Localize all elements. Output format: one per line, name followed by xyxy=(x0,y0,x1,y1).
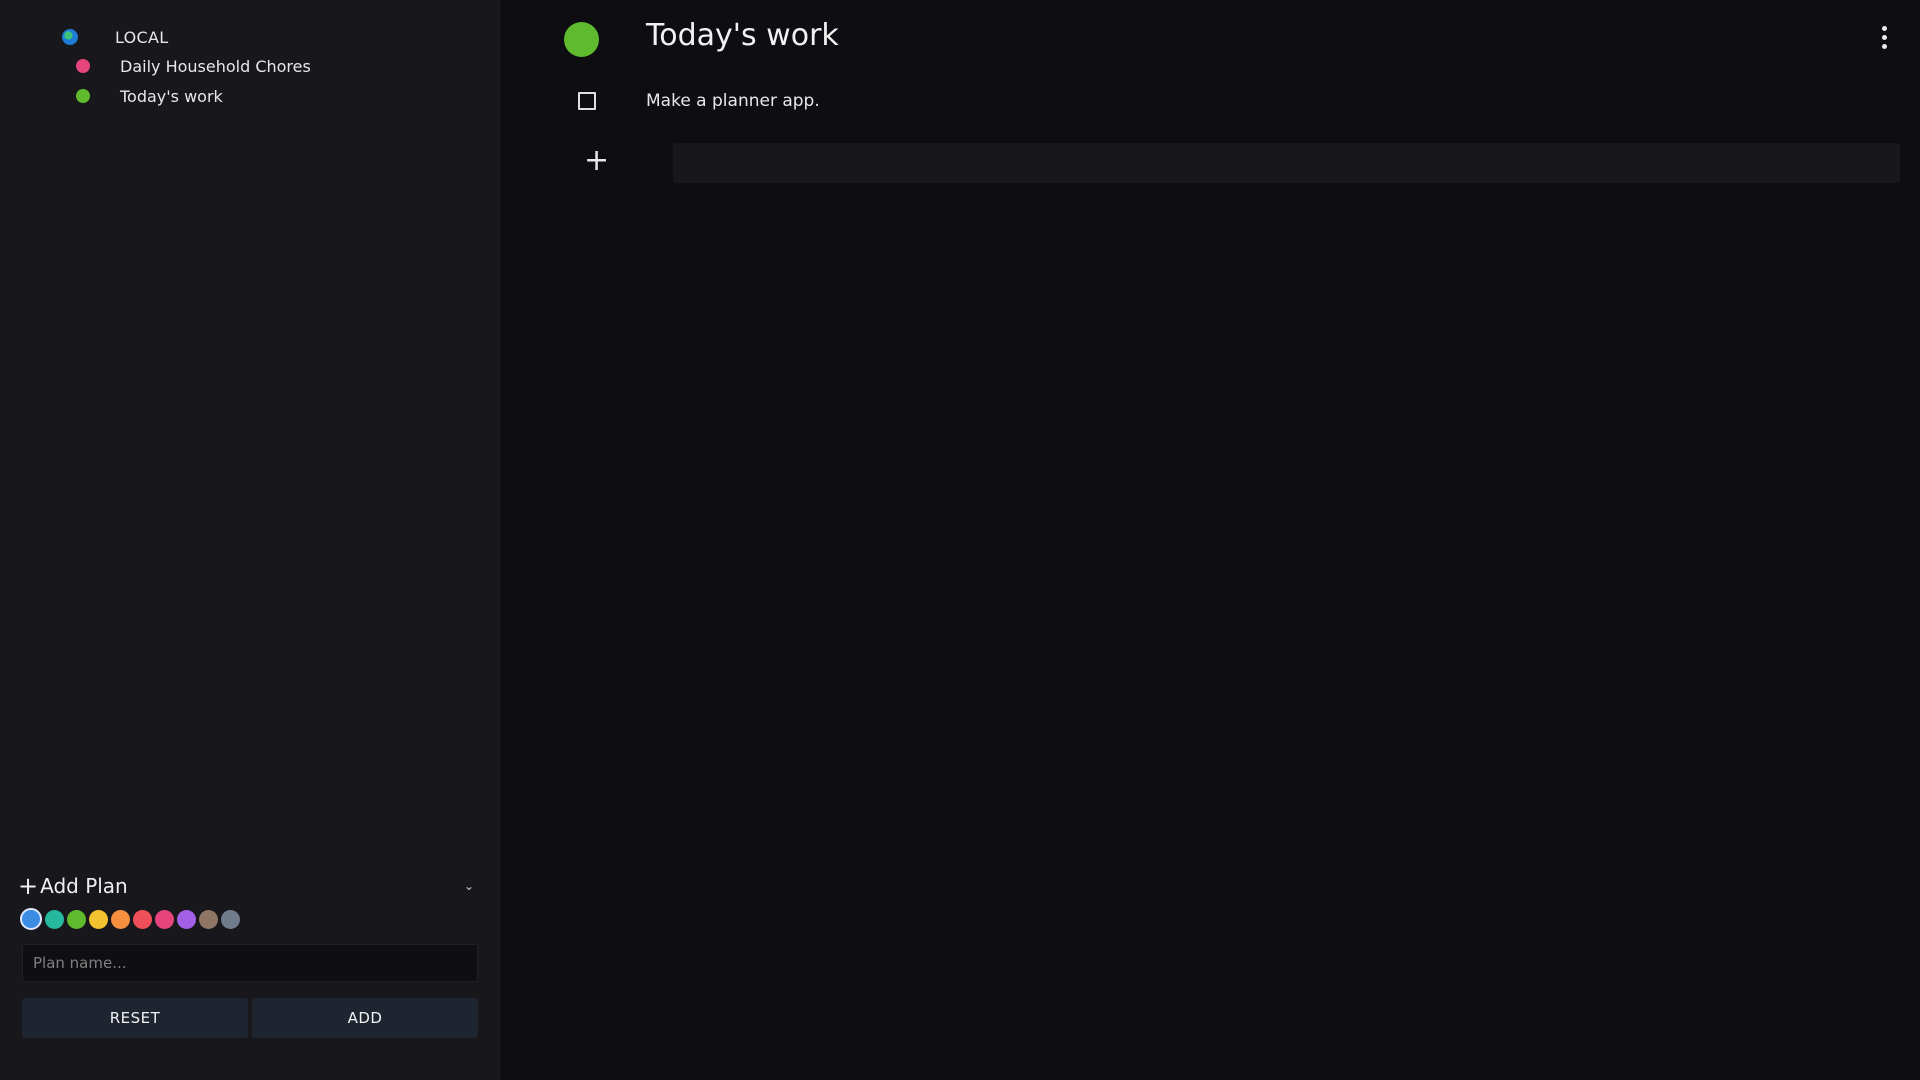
color-swatch[interactable] xyxy=(45,909,64,929)
task-checkbox[interactable] xyxy=(578,92,596,110)
color-swatch[interactable] xyxy=(199,909,218,929)
color-swatch[interactable] xyxy=(133,909,152,929)
color-swatch[interactable] xyxy=(221,909,240,929)
color-swatch[interactable] xyxy=(67,909,86,929)
chevron-down-icon[interactable]: ⌄ xyxy=(464,879,478,893)
plan-name-input[interactable] xyxy=(22,944,478,982)
plan-color-dot xyxy=(76,89,90,103)
plan-color-dot xyxy=(76,59,90,73)
color-swatch[interactable] xyxy=(20,908,42,930)
globe-icon xyxy=(62,29,78,45)
add-plan-header[interactable]: + Add Plan ⌄ xyxy=(18,871,478,901)
plan-label: Today's work xyxy=(120,86,223,106)
plus-icon: + xyxy=(18,872,39,900)
new-task-input[interactable] xyxy=(673,143,1900,183)
sidebar: LOCAL Daily Household Chores Today's wor… xyxy=(0,0,500,1080)
plan-label: Daily Household Chores xyxy=(120,56,311,76)
more-options-icon[interactable] xyxy=(1880,26,1888,53)
page-title: Today's work xyxy=(646,18,839,53)
sidebar-item-daily-household-chores[interactable]: Daily Household Chores xyxy=(76,53,311,79)
add-button[interactable]: ADD xyxy=(252,998,478,1038)
add-task-plus-icon[interactable]: + xyxy=(584,146,609,176)
sidebar-item-todays-work[interactable]: Today's work xyxy=(76,83,223,109)
task-text: Make a planner app. xyxy=(646,91,820,111)
reset-button[interactable]: RESET xyxy=(22,998,248,1038)
add-plan-label: Add Plan xyxy=(40,874,128,898)
kebab-dot xyxy=(1881,26,1887,31)
kebab-dot xyxy=(1881,35,1887,40)
planner-app: LOCAL Daily Household Chores Today's wor… xyxy=(0,0,1920,1080)
plan-color-indicator[interactable] xyxy=(564,22,599,57)
group-label: LOCAL xyxy=(115,27,169,47)
task-item: Make a planner app. xyxy=(578,88,820,114)
color-swatch[interactable] xyxy=(111,909,130,929)
plan-view: Today's work Make a planner app. + xyxy=(500,0,1920,1080)
sidebar-group-local[interactable]: LOCAL xyxy=(62,25,168,49)
color-swatch[interactable] xyxy=(89,909,108,929)
add-plan-title: + Add Plan xyxy=(18,874,128,898)
color-swatches xyxy=(20,908,243,930)
color-swatch[interactable] xyxy=(155,909,174,929)
kebab-dot xyxy=(1881,44,1887,49)
color-swatch[interactable] xyxy=(177,909,196,929)
